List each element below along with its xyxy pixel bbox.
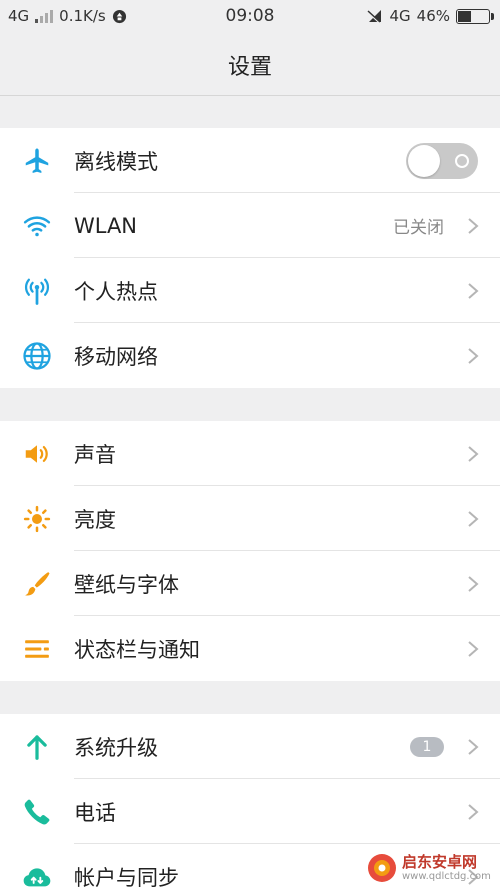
settings-item-label: 状态栏与通知 (74, 637, 200, 662)
wlan-status: 已关闭 (393, 218, 444, 238)
chevron-right-icon (468, 510, 479, 527)
battery-fill (458, 10, 471, 22)
settings-item-label: 移动网络 (74, 344, 158, 369)
update-count-badge: 1 (410, 736, 444, 757)
settings-item-label: 电话 (74, 800, 116, 825)
watermark-title: 启东安卓网 (402, 852, 478, 871)
list-icon (20, 632, 54, 666)
airplane-icon (20, 144, 54, 178)
wifi-icon (20, 209, 54, 243)
watermark: 启东安卓网 www.qdlctdg.com (366, 851, 496, 885)
settings-item-sound[interactable]: 声音 (0, 421, 500, 486)
chevron-right-icon (468, 217, 479, 234)
chevron-right-icon (468, 738, 479, 755)
settings-item-wallpaper-font[interactable]: 壁纸与字体 (0, 551, 500, 616)
sun-icon (20, 502, 54, 536)
watermark-logo-icon (368, 854, 396, 882)
chevron-right-icon (468, 445, 479, 462)
chevron-right-icon (468, 282, 479, 299)
title-bar: 设置 (0, 34, 500, 96)
battery-percent: 46% (416, 7, 450, 25)
toggle-knob (408, 144, 440, 177)
brush-icon (20, 567, 54, 601)
status-right: 4G 46% (367, 7, 494, 25)
settings-item-label: WLAN (74, 213, 138, 238)
globe-icon (20, 339, 54, 373)
speaker-icon (20, 437, 54, 471)
chevron-right-icon (468, 575, 479, 592)
settings-group-display: 声音 亮度 壁纸与字体 状态栏与通知 (0, 421, 500, 681)
chevron-right-icon (468, 347, 479, 364)
settings-item-phone[interactable]: 电话 (0, 779, 500, 844)
airplane-mode-toggle[interactable] (406, 142, 478, 179)
no-signal-icon (367, 10, 382, 24)
settings-item-label: 个人热点 (74, 279, 158, 304)
settings-item-label: 亮度 (74, 507, 116, 532)
hotspot-icon (20, 274, 54, 308)
watermark-text: 启东安卓网 www.qdlctdg.com (402, 852, 491, 883)
settings-item-airplane-mode[interactable]: 离线模式 (0, 128, 500, 193)
chevron-right-icon (468, 640, 479, 657)
settings-item-label: 壁纸与字体 (74, 572, 179, 597)
settings-item-wlan[interactable]: WLAN 已关闭 (0, 193, 500, 258)
chevron-right-icon (468, 803, 479, 820)
settings-item-hotspot[interactable]: 个人热点 (0, 258, 500, 323)
arrow-up-icon (20, 730, 54, 764)
settings-item-brightness[interactable]: 亮度 (0, 486, 500, 551)
settings-item-label: 帐户与同步 (74, 865, 179, 889)
status-bar: 4G 0.1K/s 09:08 4G 46% (0, 0, 500, 34)
page-title: 设置 (227, 54, 272, 80)
settings-item-mobile-network[interactable]: 移动网络 (0, 323, 500, 388)
phone-icon (20, 795, 54, 829)
settings-item-label: 声音 (74, 442, 116, 467)
toggle-off-indicator-icon (455, 153, 469, 168)
battery-icon (456, 8, 494, 24)
network-type-right: 4G (389, 7, 411, 25)
settings-item-statusbar-notifications[interactable]: 状态栏与通知 (0, 616, 500, 681)
settings-item-label: 系统升级 (74, 735, 158, 760)
settings-item-label: 离线模式 (74, 149, 158, 174)
cloud-sync-icon (20, 860, 54, 889)
watermark-url: www.qdlctdg.com (402, 870, 491, 882)
settings-group-connectivity: 离线模式 WLAN 已关闭 个人热点 移动网络 (0, 128, 500, 388)
settings-item-system-update[interactable]: 系统升级 1 (0, 714, 500, 779)
